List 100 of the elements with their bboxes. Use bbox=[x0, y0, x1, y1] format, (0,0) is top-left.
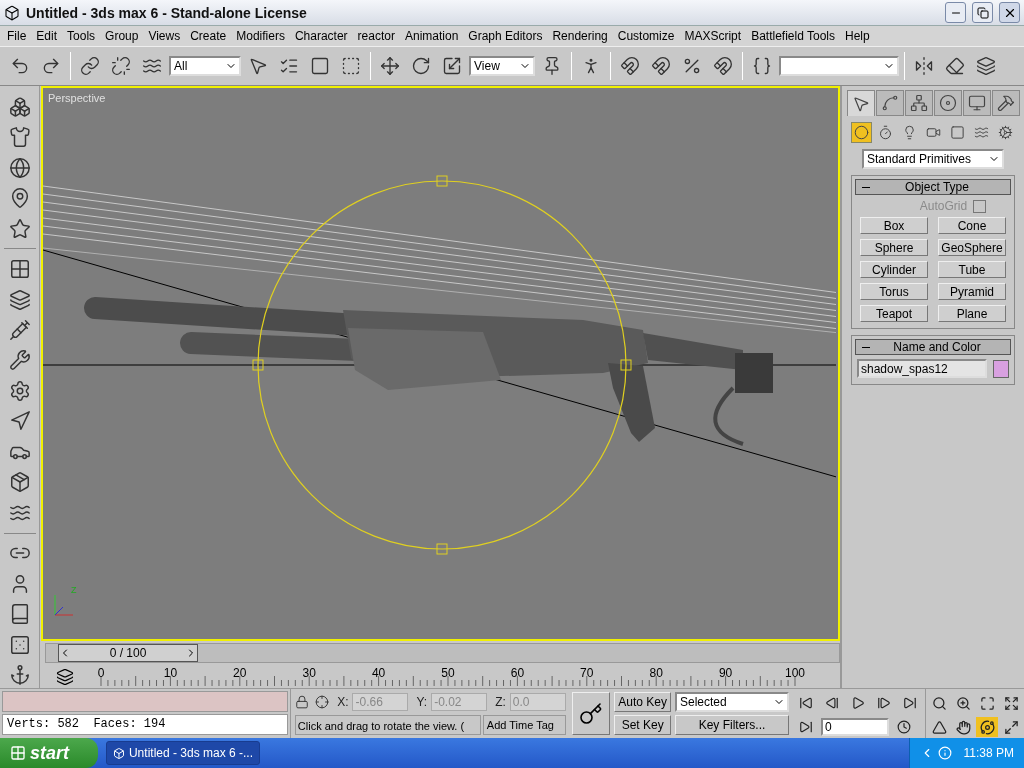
set-key-button[interactable]: Set Key bbox=[614, 715, 671, 735]
orbit-icon[interactable] bbox=[976, 717, 998, 737]
dice-icon bbox=[8, 633, 31, 656]
menu-item[interactable]: Tools bbox=[62, 29, 101, 43]
key-filters-button[interactable]: Key Filters... bbox=[675, 715, 789, 735]
primitive-button[interactable]: Tube bbox=[938, 261, 1006, 278]
primitive-button[interactable]: Cylinder bbox=[860, 261, 928, 278]
close-button[interactable] bbox=[999, 2, 1020, 23]
restore-button[interactable] bbox=[972, 2, 993, 23]
named-selection-dropdown[interactable] bbox=[779, 56, 899, 76]
viewport-label: Perspective bbox=[48, 92, 106, 104]
menu-item[interactable]: Rendering bbox=[547, 29, 613, 43]
ruler-label: 60 bbox=[510, 666, 525, 680]
menu-item[interactable]: MAXScript bbox=[679, 29, 747, 43]
menu-item[interactable]: Modifiers bbox=[231, 29, 290, 43]
window-title: Untitled - 3ds max 6 - Stand-alone License bbox=[26, 4, 308, 21]
menu-item[interactable]: Edit bbox=[31, 29, 63, 43]
app-icon bbox=[113, 746, 125, 760]
wheel-icon bbox=[938, 94, 957, 112]
monitor-icon bbox=[967, 94, 986, 112]
primitive-button[interactable]: Pyramid bbox=[938, 283, 1006, 300]
info-icon[interactable] bbox=[937, 746, 952, 760]
cursor-icon bbox=[851, 94, 870, 113]
ruler-label: 30 bbox=[302, 666, 316, 680]
panel-tab[interactable] bbox=[991, 90, 1020, 116]
gear-icon bbox=[8, 379, 31, 402]
ruler-label: 40 bbox=[371, 666, 386, 680]
menu-item[interactable]: Character bbox=[289, 29, 353, 43]
auto-key-button[interactable]: Auto Key bbox=[614, 692, 671, 712]
menu-item[interactable]: Graph Editors bbox=[463, 29, 548, 43]
rollout-title[interactable]: Name and Color bbox=[855, 339, 1011, 355]
rollout-title[interactable]: Object Type bbox=[855, 179, 1011, 195]
time-ruler[interactable]: 0 10 20 30 40 50 60 70 80 90 100 bbox=[89, 665, 816, 688]
menu-item[interactable]: Help bbox=[840, 29, 875, 43]
undo-icon bbox=[10, 56, 30, 76]
panel-tab[interactable] bbox=[875, 90, 904, 116]
axis-gizmo-icon bbox=[51, 593, 75, 619]
menu-item[interactable]: Create bbox=[185, 29, 232, 43]
menu-item[interactable]: File bbox=[2, 29, 32, 43]
shirt-icon bbox=[8, 126, 31, 149]
prompt-text: Click and drag to rotate the view. ( bbox=[294, 715, 481, 735]
hammer-icon bbox=[996, 94, 1015, 112]
frame-field[interactable]: 0 bbox=[821, 718, 889, 736]
primitive-button[interactable]: GeoSphere bbox=[938, 239, 1006, 256]
add-time-tag-button[interactable]: Add Time Tag bbox=[482, 715, 566, 735]
stats-field: Verts: 582 Faces: 194 bbox=[2, 714, 288, 735]
restore-icon bbox=[976, 6, 989, 19]
star-icon bbox=[8, 217, 31, 240]
menu-item[interactable]: Animation bbox=[399, 29, 464, 43]
key-icon bbox=[579, 701, 604, 726]
ruler-label: 100 bbox=[785, 666, 805, 680]
primitive-button[interactable]: Plane bbox=[938, 305, 1006, 322]
name-field[interactable]: shadow_spas12 bbox=[857, 359, 987, 378]
primitive-button[interactable]: Torus bbox=[860, 283, 928, 300]
menu-item[interactable]: Group bbox=[100, 29, 144, 43]
package-icon bbox=[8, 471, 31, 494]
ruler-label: 50 bbox=[441, 666, 455, 680]
reference-coordinate-dropdown[interactable]: View bbox=[469, 56, 535, 76]
menu-item[interactable]: Customize bbox=[612, 29, 680, 43]
minimize-button[interactable] bbox=[945, 2, 966, 23]
clock: 11:38 PM bbox=[963, 746, 1014, 760]
frame-icon bbox=[949, 125, 965, 140]
category-dropdown[interactable]: Standard Primitives bbox=[862, 149, 1004, 169]
sphere-icon bbox=[853, 125, 869, 140]
autogrid-label: AutoGrid bbox=[919, 199, 968, 213]
axis-label: Y: bbox=[416, 695, 428, 709]
panel-tab[interactable] bbox=[904, 90, 933, 116]
windows-flag-icon bbox=[10, 745, 26, 761]
axis-label: Z: bbox=[495, 695, 506, 709]
redo-icon bbox=[41, 56, 61, 76]
anchor-icon bbox=[8, 664, 31, 687]
panel-tab[interactable] bbox=[962, 90, 991, 116]
panel-tab[interactable] bbox=[933, 90, 962, 116]
rotate-gizmo-drawing[interactable] bbox=[252, 175, 632, 555]
ruler-label: 70 bbox=[580, 666, 594, 680]
ruler-label: 90 bbox=[718, 666, 733, 680]
primitive-button[interactable]: Cone bbox=[938, 217, 1006, 234]
selection-filter-dropdown[interactable]: All bbox=[169, 56, 241, 76]
axis-label: Z bbox=[71, 585, 77, 595]
color-swatch[interactable] bbox=[993, 359, 1009, 378]
menu-item[interactable]: reactor bbox=[352, 29, 400, 43]
primitive-button[interactable]: Sphere bbox=[860, 239, 928, 256]
ruler-label: 80 bbox=[649, 666, 663, 680]
ruler-label: 0 bbox=[97, 666, 105, 680]
listener-field[interactable] bbox=[2, 691, 288, 712]
stopwatch-icon bbox=[877, 125, 893, 140]
key-button[interactable] bbox=[571, 692, 611, 735]
key-mode-dropdown[interactable]: Selected bbox=[675, 692, 789, 712]
time-slider-thumb[interactable]: 0 / 100 bbox=[58, 644, 198, 662]
primitive-button[interactable]: Box bbox=[860, 217, 928, 234]
start-button[interactable]: start bbox=[0, 738, 98, 768]
menu-item[interactable]: Views bbox=[143, 29, 186, 43]
camera-icon bbox=[925, 125, 941, 140]
ruler-label: 20 bbox=[233, 666, 247, 680]
panel-tab[interactable] bbox=[846, 90, 875, 116]
primitive-button[interactable]: Teapot bbox=[860, 305, 928, 322]
menu-item[interactable]: Battlefield Tools bbox=[746, 29, 840, 43]
taskbar-task[interactable]: Untitled - 3ds max 6 -... bbox=[106, 741, 260, 765]
wrench-icon bbox=[8, 349, 31, 372]
app-icon bbox=[4, 4, 20, 21]
